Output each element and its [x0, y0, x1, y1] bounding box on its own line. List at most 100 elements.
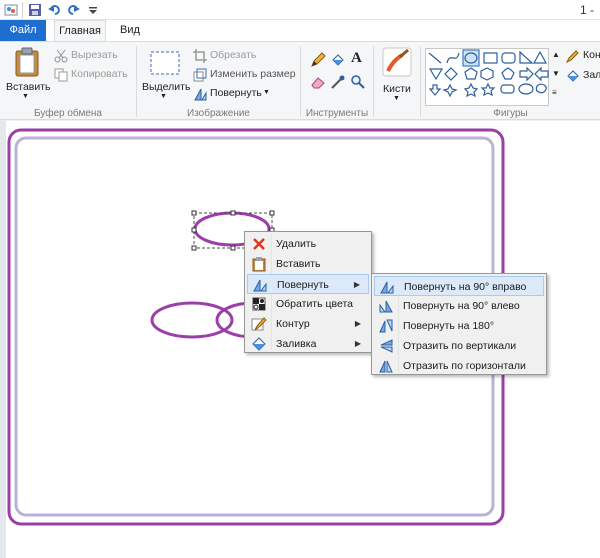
outline-pencil-icon: [566, 50, 579, 63]
paste-button[interactable]: Вставить ▼: [4, 45, 51, 105]
scroll-down-icon[interactable]: ▼: [552, 69, 560, 78]
fill-icon: [252, 337, 266, 351]
paste-icon: [252, 257, 266, 272]
invert-colors-icon: [252, 297, 266, 311]
paste-label: Вставить: [6, 81, 51, 93]
rotate-icon: [194, 88, 207, 101]
rotate-submenu: Повернуть на 90° вправо Повернуть на 90°…: [371, 273, 547, 375]
shapes-scroll[interactable]: ▲ ▼ ≡: [550, 48, 562, 106]
color-picker-icon[interactable]: [330, 74, 346, 90]
menu-item-flip-horizontal[interactable]: Отразить по горизонтали: [374, 356, 544, 376]
redo-icon[interactable]: [66, 3, 80, 17]
magnifier-icon[interactable]: [350, 74, 366, 90]
menu-item-rotate-180[interactable]: Повернуть на 180°: [374, 316, 544, 336]
expand-gallery-icon[interactable]: ≡: [552, 88, 557, 97]
menu-item-label: Отразить по вертикали: [403, 340, 517, 352]
crop-icon: [193, 49, 207, 63]
menu-item-label: Повернуть на 90° влево: [403, 300, 520, 312]
copy-icon: [54, 68, 68, 82]
cut-label: Вырезать: [71, 49, 118, 61]
scroll-up-icon[interactable]: ▲: [552, 50, 560, 59]
menu-item-label: Отразить по горизонтали: [403, 360, 526, 372]
menu-item-label: Повернуть: [277, 279, 329, 291]
menu-item-invert-colors[interactable]: Обратить цвета: [247, 294, 369, 314]
menu-item-rotate[interactable]: Повернуть ▶: [247, 274, 369, 294]
group-separator: [373, 46, 374, 117]
menu-item-label: Обратить цвета: [276, 298, 353, 310]
shape-fill-label: Зал: [583, 69, 600, 81]
clipboard-group-label: Буфер обмена: [34, 108, 102, 119]
menu-item-label: Удалить: [276, 238, 317, 250]
flip-horizontal-icon: [379, 360, 393, 373]
rotate-button[interactable]: Повернуть ▼: [193, 86, 283, 102]
crop-button[interactable]: Обрезать: [193, 48, 293, 64]
menu-item-rotate-left[interactable]: Повернуть на 90° влево: [374, 296, 544, 316]
menu-item-outline[interactable]: Контур ▶: [247, 314, 369, 334]
menu-item-delete[interactable]: Удалить: [247, 234, 369, 254]
menu-item-rotate-right[interactable]: Повернуть на 90° вправо: [374, 276, 544, 296]
rotate-label: Повернуть: [210, 87, 262, 99]
resize-button[interactable]: Изменить размер: [193, 67, 303, 83]
ribbon: Вставить ▼ Вырезать Копировать Буфер обм…: [0, 41, 600, 120]
menu-item-label: Повернуть на 180°: [403, 320, 495, 332]
menu-item-paste[interactable]: Вставить: [247, 254, 369, 274]
canvas-edge: [0, 121, 6, 558]
window-title: 1 -: [579, 3, 594, 17]
group-separator: [420, 46, 421, 117]
cut-button[interactable]: Вырезать: [54, 48, 132, 64]
title-bar: 1 -: [0, 0, 600, 20]
fill-bucket-icon: [567, 70, 579, 82]
shape-fill-button[interactable]: Зал: [566, 68, 600, 84]
fill-bucket-icon[interactable]: [330, 52, 346, 68]
flip-vertical-icon: [380, 339, 393, 353]
rotate-left-icon: [379, 300, 393, 313]
context-menu: Удалить Вставить Повернуть ▶ Обратить цв…: [244, 231, 372, 353]
shapes-group-label: Фигуры: [493, 108, 528, 119]
eraser-icon[interactable]: [310, 74, 326, 90]
undo-icon[interactable]: [48, 3, 62, 17]
menu-item-label: Контур: [276, 318, 310, 330]
group-separator: [136, 46, 137, 117]
menu-item-flip-vertical[interactable]: Отразить по вертикали: [374, 336, 544, 356]
menu-item-label: Повернуть на 90° вправо: [404, 281, 527, 293]
rotate-icon: [253, 279, 267, 292]
brushes-label: Кисти: [383, 83, 411, 95]
submenu-arrow-icon: ▶: [354, 339, 361, 348]
pencil-icon[interactable]: [310, 52, 326, 68]
save-icon[interactable]: [28, 3, 42, 17]
tab-file[interactable]: Файл: [0, 20, 46, 41]
chevron-down-icon: ▼: [393, 95, 400, 102]
shapes-gallery[interactable]: [425, 48, 549, 106]
rotate-180-icon: [379, 319, 393, 333]
ellipse-shape: [150, 301, 234, 339]
clipboard-icon: [15, 47, 39, 77]
tab-home[interactable]: Главная: [54, 20, 106, 41]
chevron-down-icon: ▼: [22, 93, 29, 100]
crop-label: Обрезать: [210, 49, 257, 61]
menu-item-fill[interactable]: Заливка ▶: [247, 334, 369, 354]
image-group-label: Изображение: [187, 108, 250, 119]
outline-icon: [251, 317, 267, 331]
chevron-down-icon: ▼: [160, 93, 167, 100]
shape-outline-button[interactable]: Кон: [566, 48, 600, 64]
resize-icon: [193, 68, 207, 82]
menu-item-label: Вставить: [276, 258, 321, 270]
brushes-button[interactable]: Кисти ▼: [377, 45, 417, 105]
shapes-gallery-icons: [428, 49, 549, 98]
selection-rectangle-icon: [150, 51, 180, 75]
menu-item-label: Заливка: [276, 338, 317, 350]
select-button[interactable]: Выделить ▼: [140, 45, 190, 105]
toolbar-divider: [22, 2, 23, 18]
submenu-arrow-icon: ▶: [354, 319, 361, 328]
select-label: Выделить: [142, 81, 191, 93]
group-separator: [300, 46, 301, 117]
chevron-down-icon: ▼: [263, 89, 270, 96]
ribbon-tabs: Файл Главная Вид: [0, 20, 600, 41]
shape-outline-label: Кон: [583, 49, 600, 61]
text-tool-icon[interactable]: A: [351, 50, 362, 67]
tab-view[interactable]: Вид: [110, 20, 150, 41]
paint-app-icon[interactable]: [4, 3, 18, 17]
resize-label: Изменить размер: [210, 68, 296, 80]
copy-button[interactable]: Копировать: [54, 67, 132, 83]
customize-toolbar-icon[interactable]: [86, 3, 100, 17]
